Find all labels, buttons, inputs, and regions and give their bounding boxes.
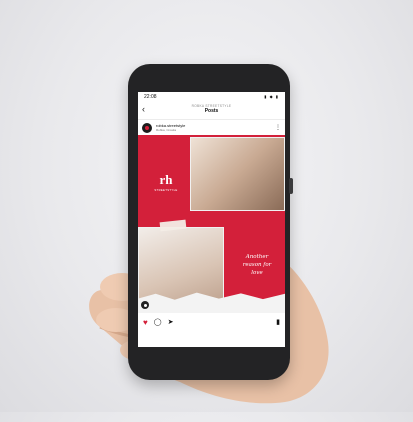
phone-side-button: [289, 178, 293, 194]
nav-title: Posts: [204, 108, 219, 114]
post-actions: ♥ ◯ ➤ ▮: [138, 313, 285, 331]
post-header: robka.streetstyle Robka, Croatia ⋮: [138, 120, 285, 135]
caption-line-3: love: [251, 270, 263, 276]
logo-mark: rh: [159, 172, 173, 187]
caption-line-1: Another: [245, 254, 269, 260]
phone-screen: 22:08 ▮ ◆ ▮ ‹ ROBKA STREETSTYLE Posts ro…: [138, 92, 285, 347]
status-bar: 22:08 ▮ ◆ ▮: [138, 92, 285, 101]
status-time: 22:08: [144, 93, 157, 100]
back-icon[interactable]: ‹: [142, 104, 145, 114]
comment-icon[interactable]: ◯: [154, 318, 162, 326]
more-options-icon[interactable]: ⋮: [275, 124, 281, 131]
bookmark-icon[interactable]: ▮: [276, 318, 280, 326]
nav-subtitle: ROBKA STREETSTYLE: [191, 104, 232, 108]
script-caption: Another reason for love: [232, 253, 282, 277]
status-icons: ▮ ◆ ▮: [264, 94, 279, 99]
model-photo-top: [190, 137, 285, 211]
post-header-text: robka.streetstyle Robka, Croatia: [156, 123, 271, 133]
caption-line-2: reason for: [242, 262, 272, 268]
share-icon[interactable]: ➤: [168, 318, 174, 326]
brand-logo: rh STREETSTYLE: [146, 173, 186, 192]
logo-text: STREETSTYLE: [154, 188, 178, 192]
nav-bar: ‹ ROBKA STREETSTYLE Posts: [138, 101, 285, 120]
avatar-dot: [145, 125, 149, 130]
like-heart-icon[interactable]: ♥: [143, 318, 148, 327]
tagged-user-dot: [143, 303, 147, 307]
profile-avatar[interactable]: [142, 122, 152, 133]
post-location[interactable]: Robka, Croatia: [156, 128, 271, 133]
tagged-user-icon[interactable]: [141, 301, 149, 309]
post-image[interactable]: rh STREETSTYLE Another reason for love: [138, 135, 285, 313]
